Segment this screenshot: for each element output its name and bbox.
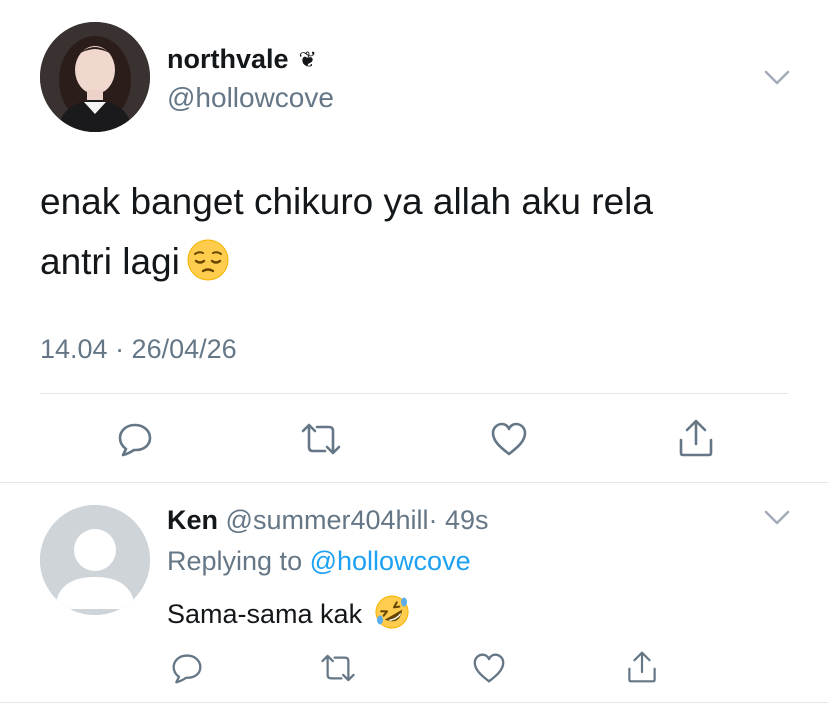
tweet-timestamp[interactable]: 14.04 · 26/04/26 [40, 334, 237, 365]
author-name-row: northvale ❦ [167, 44, 317, 75]
bottom-separator [0, 702, 828, 703]
rolling-on-floor-laughing-icon [374, 594, 410, 637]
reply-text: Sama-sama kak [167, 594, 410, 637]
author-badge-emoji: ❦ [298, 46, 317, 72]
author-avatar[interactable] [40, 22, 150, 132]
author-handle[interactable]: @hollowcove [167, 82, 334, 114]
reply-like-icon[interactable] [471, 650, 507, 686]
pensive-face-icon [186, 238, 230, 300]
profile-photo-icon [40, 22, 150, 132]
reply-retweet-icon[interactable] [318, 650, 358, 686]
replying-to-line: Replying to @hollowcove [167, 546, 471, 577]
replying-to-prefix: Replying to [167, 546, 303, 576]
default-avatar-icon [40, 505, 150, 615]
retweet-icon[interactable] [298, 418, 344, 460]
reply-header: Ken @summer404hill· 49s [167, 505, 489, 536]
reply-reply-icon[interactable] [169, 650, 205, 686]
reply-menu-chevron-down-icon[interactable] [764, 510, 790, 531]
tweet-menu-chevron-down-icon[interactable] [764, 70, 790, 91]
tweet-text-line-2-text: antri lagi [40, 241, 180, 282]
reply-icon[interactable] [114, 418, 156, 460]
author-display-name[interactable]: northvale [167, 44, 289, 75]
reply-time: · 49s [428, 505, 489, 535]
share-icon[interactable] [675, 416, 717, 460]
section-separator [0, 482, 828, 483]
reply-author-avatar[interactable] [40, 505, 150, 615]
tweet-text: enak banget chikuro ya allah aku rela an… [40, 172, 800, 300]
reply-author-handle[interactable]: @summer404hill [226, 505, 429, 535]
reply-share-icon[interactable] [624, 648, 660, 686]
replying-to-mention[interactable]: @hollowcove [310, 546, 471, 576]
tweet-text-line-2: antri lagi [40, 232, 800, 300]
like-icon[interactable] [488, 418, 530, 460]
tweet-text-line-1: enak banget chikuro ya allah aku rela [40, 181, 653, 222]
reply-text-content: Sama-sama kak [167, 599, 363, 629]
divider [40, 393, 788, 394]
reply-author-name[interactable]: Ken [167, 505, 218, 535]
